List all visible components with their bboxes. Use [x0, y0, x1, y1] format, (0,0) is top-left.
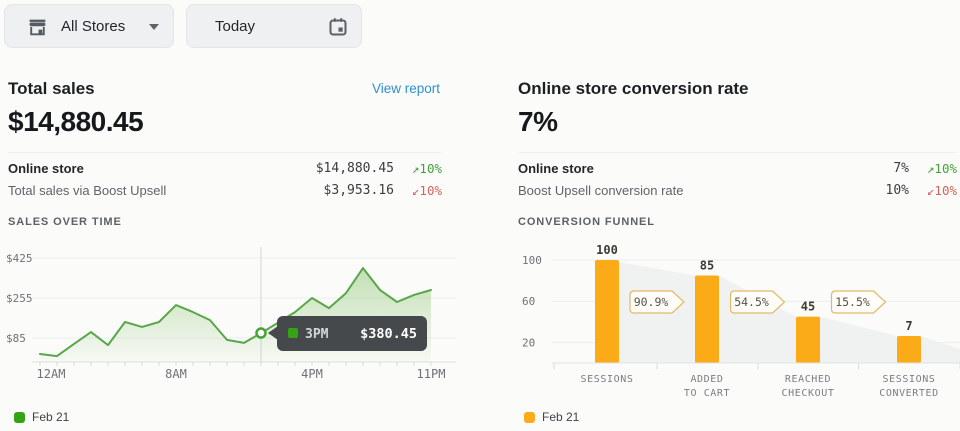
store-icon [27, 17, 48, 43]
total-sales-title: Total sales [8, 79, 95, 99]
tooltip-value: $380.45 [360, 326, 417, 342]
metric-label: Total sales via Boost Upsell [8, 183, 324, 198]
conversion-badge-label: 90.9% [634, 295, 669, 309]
calendar-icon [327, 16, 349, 43]
funnel-bar[interactable] [695, 275, 719, 363]
conversion-badge-label: 54.5% [734, 295, 769, 309]
store-filter-label: All Stores [61, 18, 125, 35]
y-axis-label: 60 [522, 295, 535, 308]
funnel-category-label: CHECKOUT [782, 388, 835, 399]
funnel-bar[interactable] [595, 260, 619, 363]
bar-value-label: 100 [596, 245, 618, 257]
metric-delta: ↗10% [909, 161, 957, 176]
metric-value: $3,953.16 [324, 183, 394, 198]
metric-row: Boost Upsell conversion rate 10% ↙10% [518, 179, 957, 201]
funnel-category-label: ADDED [690, 374, 723, 385]
y-axis-label: $255 [6, 292, 33, 305]
sales-over-time-header: SALES OVER TIME [8, 216, 122, 228]
legend-swatch-green [14, 412, 25, 423]
metric-value: 10% [886, 183, 909, 198]
metric-label: Boost Upsell conversion rate [518, 183, 886, 198]
store-filter-button[interactable]: All Stores [4, 4, 174, 48]
metric-row: Total sales via Boost Upsell $3,953.16 ↙… [8, 179, 442, 201]
funnel-category-label: CONVERTED [879, 388, 939, 399]
bar-value-label: 45 [801, 300, 815, 314]
metric-delta: ↙10% [909, 183, 957, 198]
metric-label: Online store [518, 161, 893, 176]
date-filter-button[interactable]: Today [186, 4, 362, 48]
y-axis-label: 100 [522, 254, 542, 267]
y-axis-label: 20 [522, 336, 535, 349]
conversion-funnel-header: CONVERSION FUNNEL [518, 216, 655, 228]
conversion-rate-value: 7% [518, 106, 557, 138]
metric-delta: ↗10% [394, 161, 442, 176]
tooltip-time: 3PM [305, 327, 329, 342]
funnel-category-label: SESSIONS [883, 374, 936, 385]
funnel-bar[interactable] [897, 336, 921, 363]
legend-label: Feb 21 [542, 410, 579, 424]
funnel-category-label: SESSIONS [581, 374, 634, 385]
bar-value-label: 85 [700, 258, 714, 272]
metric-delta: ↙10% [394, 183, 442, 198]
y-axis-label: $85 [6, 332, 26, 345]
conversion-funnel-chart[interactable]: 100 60 20 100 85 45 7 90.9% 54.5% 15.5% SESSIONS AD… [518, 245, 960, 407]
metric-row: Online store $14,880.45 ↗10% [8, 157, 442, 179]
x-axis-label: 8AM [165, 367, 187, 381]
sales-legend: Feb 21 [14, 410, 69, 424]
chart-tooltip: 3PM $380.45 [268, 316, 427, 351]
x-axis-label: 11PM [417, 367, 446, 381]
metric-value: $14,880.45 [316, 161, 394, 176]
tooltip-series-swatch [288, 328, 298, 338]
conversion-badge-label: 15.5% [835, 295, 870, 309]
x-axis-label: 4PM [301, 367, 323, 381]
total-sales-breakdown: Online store $14,880.45 ↗10% Total sales… [8, 152, 442, 201]
funnel-category-label: REACHED [785, 374, 831, 385]
legend-swatch-orange [524, 412, 535, 423]
funnel-bar[interactable] [796, 317, 820, 363]
metric-row: Online store 7% ↗10% [518, 157, 957, 179]
bar-value-label: 7 [905, 319, 912, 333]
metric-value: 7% [893, 161, 909, 176]
legend-label: Feb 21 [32, 410, 69, 424]
hover-point [257, 329, 266, 338]
metric-label: Online store [8, 161, 316, 176]
chevron-down-icon [149, 24, 159, 30]
total-sales-value: $14,880.45 [8, 106, 143, 138]
date-filter-label: Today [215, 18, 255, 35]
y-axis-label: $425 [6, 252, 33, 265]
x-axis-label: 12AM [37, 367, 66, 381]
view-report-link[interactable]: View report [360, 81, 440, 96]
conversion-rate-title: Online store conversion rate [518, 79, 749, 99]
funnel-legend: Feb 21 [524, 410, 579, 424]
sales-over-time-chart[interactable]: $425 $255 $85 12AM 8AM 4PM 11PM 3PM $380.45 [4, 243, 456, 395]
funnel-category-label: TO CART [684, 388, 730, 399]
conversion-breakdown: Online store 7% ↗10% Boost Upsell conver… [518, 152, 957, 201]
